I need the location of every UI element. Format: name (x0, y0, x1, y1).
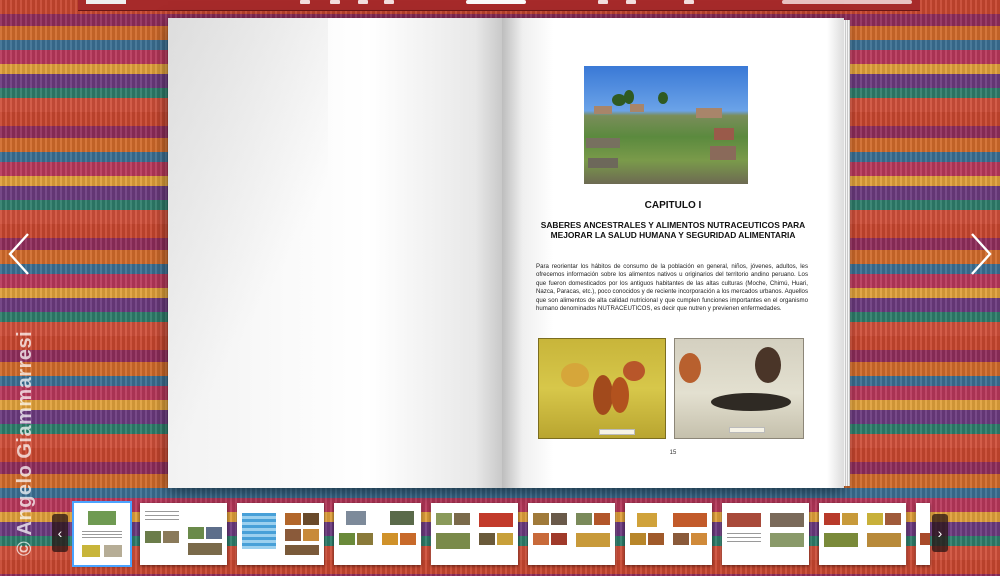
right-page[interactable]: CAPITULO I SABERES ANCESTRALES Y ALIMENT… (502, 18, 850, 488)
left-page[interactable] (168, 18, 502, 488)
pottery-photo-right (674, 338, 804, 439)
chevron-left-icon (8, 233, 29, 275)
book-spread: CAPITULO I SABERES ANCESTRALES Y ALIMENT… (168, 18, 850, 488)
toolbar-button-prev[interactable] (330, 0, 340, 4)
thumbnail-page[interactable] (431, 503, 518, 565)
toolbar-button-print[interactable] (598, 0, 608, 4)
prev-page-button[interactable] (6, 232, 34, 276)
toolbar-logo[interactable] (86, 0, 126, 4)
toolbar-button-fullscreen[interactable] (684, 0, 694, 4)
thumbnail-strip: ‹ › (50, 500, 950, 568)
thumbnail-page[interactable] (528, 503, 615, 565)
toolbar-button-download[interactable] (626, 0, 636, 4)
thumbnail-page[interactable] (819, 503, 906, 565)
chapter-subtitle: SABERES ANCESTRALES Y ALIMENTOS NUTRACEU… (540, 220, 806, 240)
page-number-field[interactable] (466, 0, 526, 4)
landscape-photo (584, 66, 748, 184)
search-field[interactable] (782, 0, 912, 4)
thumbnail-page[interactable] (72, 501, 132, 567)
thumbnail-prev-button[interactable]: ‹ (52, 514, 68, 552)
chapter-paragraph: Para reorientar los hábitos de consumo d… (536, 263, 808, 313)
thumbnail-page[interactable] (140, 503, 227, 565)
next-page-button[interactable] (966, 232, 994, 276)
pottery-photo-left (538, 338, 666, 439)
copyright-watermark: © Angelo Giammarresi (14, 330, 36, 556)
toolbar-button-zoom[interactable] (358, 0, 368, 4)
thumbnail-page[interactable] (334, 503, 421, 565)
thumbnail-page[interactable] (625, 503, 712, 565)
thumbnail-next-button[interactable]: › (932, 514, 948, 552)
thumbnail-page[interactable] (916, 503, 930, 565)
toolbar-button-first[interactable] (300, 0, 310, 4)
toolbar-button-share[interactable] (384, 0, 394, 4)
chevron-right-icon (971, 233, 992, 275)
chevron-right-icon: › (937, 525, 943, 541)
top-toolbar (78, 0, 920, 11)
thumbnail-page[interactable] (237, 503, 324, 565)
chevron-left-icon: ‹ (57, 525, 63, 541)
page-stack-edge (844, 20, 850, 486)
chapter-title: CAPITULO I (644, 200, 702, 211)
page-number: 15 (669, 450, 677, 456)
thumbnail-page[interactable] (722, 503, 809, 565)
